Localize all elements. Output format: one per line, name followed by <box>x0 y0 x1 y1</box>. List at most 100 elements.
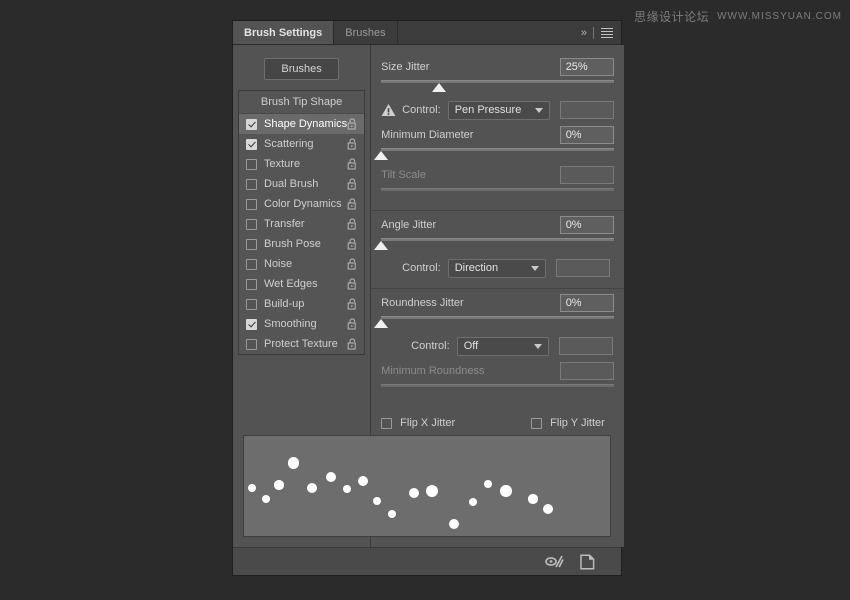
brush-option-label: Texture <box>264 158 347 170</box>
size-control-extra-value[interactable] <box>560 101 614 119</box>
brush-option-checkbox[interactable] <box>246 219 257 230</box>
size-jitter-value[interactable]: 25% <box>560 58 614 76</box>
brush-option-checkbox[interactable] <box>246 159 257 170</box>
tab-brush-settings-label: Brush Settings <box>244 27 322 39</box>
brush-option-checkbox[interactable] <box>246 119 257 130</box>
chevron-double-right-icon[interactable]: » <box>581 27 586 39</box>
flip-y-jitter-checkbox[interactable]: Flip Y Jitter <box>531 417 605 429</box>
brush-option-checkbox[interactable] <box>246 239 257 250</box>
roundness-jitter-slider[interactable] <box>381 315 614 329</box>
tab-brushes[interactable]: Brushes <box>334 21 397 44</box>
minimum-diameter-row: Minimum Diameter 0% <box>381 125 614 145</box>
tilt-scale-label: Tilt Scale <box>381 169 426 181</box>
padlock-open-icon[interactable] <box>347 178 358 190</box>
preview-dot <box>326 472 336 482</box>
section-divider-1 <box>371 210 624 211</box>
size-control-label: Control: <box>402 104 441 116</box>
padlock-open-icon[interactable] <box>347 298 358 310</box>
brush-option-brush-pose[interactable]: Brush Pose <box>239 234 364 254</box>
roundness-jitter-label: Roundness Jitter <box>381 297 464 309</box>
padlock-open-icon[interactable] <box>347 258 358 270</box>
roundness-jitter-track <box>381 316 614 319</box>
flip-x-jitter-checkbox[interactable]: Flip X Jitter <box>381 417 455 429</box>
padlock-open-icon[interactable] <box>347 198 358 210</box>
airbrush-toggle-icon[interactable] <box>545 554 564 569</box>
roundness-jitter-value[interactable]: 0% <box>560 294 614 312</box>
brushes-button[interactable]: Brushes <box>264 58 338 80</box>
angle-jitter-value[interactable]: 0% <box>560 216 614 234</box>
padlock-open-icon[interactable] <box>347 278 358 290</box>
brush-option-noise[interactable]: Noise <box>239 254 364 274</box>
brush-option-scattering[interactable]: Scattering <box>239 134 364 154</box>
angle-jitter-section: Angle Jitter 0% Control: Direction <box>371 215 624 279</box>
toolbar-divider <box>593 27 594 39</box>
roundness-jitter-row: Roundness Jitter 0% <box>381 293 614 313</box>
brush-option-checkbox[interactable] <box>246 179 257 190</box>
brush-option-label: Protect Texture <box>264 338 347 350</box>
brush-option-build-up[interactable]: Build-up <box>239 294 364 314</box>
tab-brush-settings[interactable]: Brush Settings <box>233 21 334 44</box>
padlock-open-icon[interactable] <box>347 138 358 150</box>
angle-jitter-track <box>381 238 614 241</box>
roundness-control-select[interactable]: Off <box>457 337 549 356</box>
brush-option-checkbox[interactable] <box>246 339 257 350</box>
minimum-diameter-slider[interactable] <box>381 147 614 161</box>
roundness-control-extra-value[interactable] <box>559 337 613 355</box>
brush-preview-container <box>243 435 611 537</box>
padlock-open-icon[interactable] <box>347 318 358 330</box>
brush-tip-shape-header[interactable]: Brush Tip Shape <box>239 91 364 114</box>
brush-option-color-dynamics[interactable]: Color Dynamics <box>239 194 364 214</box>
preview-dot <box>528 494 537 503</box>
panel-footer <box>233 547 621 575</box>
padlock-open-icon[interactable] <box>347 238 358 250</box>
brush-option-wet-edges[interactable]: Wet Edges <box>239 274 364 294</box>
padlock-open-icon[interactable] <box>347 338 358 350</box>
minimum-diameter-thumb[interactable] <box>374 151 388 160</box>
size-jitter-track <box>381 80 614 83</box>
angle-jitter-thumb[interactable] <box>374 241 388 250</box>
brush-option-label: Brush Pose <box>264 238 347 250</box>
preview-dot <box>388 510 396 518</box>
chevron-down-icon <box>535 108 543 113</box>
size-control-select[interactable]: Pen Pressure <box>448 101 550 120</box>
tab-brushes-label: Brushes <box>345 27 385 39</box>
preview-dot <box>500 485 512 497</box>
brush-option-dual-brush[interactable]: Dual Brush <box>239 174 364 194</box>
brush-option-checkbox[interactable] <box>246 279 257 290</box>
size-jitter-thumb[interactable] <box>432 83 446 92</box>
tilt-scale-slider <box>381 187 614 201</box>
brush-options-list: Brush Tip Shape Shape DynamicsScattering… <box>238 90 365 355</box>
brush-option-checkbox[interactable] <box>246 259 257 270</box>
brush-option-transfer[interactable]: Transfer <box>239 214 364 234</box>
angle-jitter-slider[interactable] <box>381 237 614 251</box>
brush-option-texture[interactable]: Texture <box>239 154 364 174</box>
preview-dot <box>543 504 553 514</box>
padlock-open-icon[interactable] <box>347 118 358 130</box>
minimum-diameter-value[interactable]: 0% <box>560 126 614 144</box>
size-jitter-slider[interactable] <box>381 79 614 93</box>
brush-option-checkbox[interactable] <box>246 139 257 150</box>
brush-option-checkbox[interactable] <box>246 319 257 330</box>
flip-y-jitter-label: Flip Y Jitter <box>550 417 605 429</box>
angle-control-row: Control: Direction <box>381 257 614 279</box>
brush-settings-panel: Brush Settings Brushes » Brushes Brush T… <box>232 20 622 576</box>
brush-option-protect-texture[interactable]: Protect Texture <box>239 334 364 354</box>
size-control-row: Control: Pen Pressure <box>381 99 614 121</box>
minimum-roundness-slider <box>381 383 614 397</box>
section-divider-2 <box>371 288 624 289</box>
roundness-jitter-section: Roundness Jitter 0% Control: Off <box>371 293 624 357</box>
angle-control-select[interactable]: Direction <box>448 259 546 278</box>
minimum-roundness-label: Minimum Roundness <box>381 365 484 377</box>
roundness-jitter-thumb[interactable] <box>374 319 388 328</box>
brush-option-checkbox[interactable] <box>246 199 257 210</box>
new-brush-preset-icon[interactable] <box>580 554 595 570</box>
brush-stroke-preview[interactable] <box>243 435 611 537</box>
brush-option-smoothing[interactable]: Smoothing <box>239 314 364 334</box>
angle-control-extra-value[interactable] <box>556 259 610 277</box>
padlock-open-icon[interactable] <box>347 218 358 230</box>
panel-menu-icon[interactable] <box>601 28 613 38</box>
roundness-control-row: Control: Off <box>381 335 614 357</box>
brush-option-shape-dynamics[interactable]: Shape Dynamics <box>239 114 364 134</box>
padlock-open-icon[interactable] <box>347 158 358 170</box>
brush-option-checkbox[interactable] <box>246 299 257 310</box>
